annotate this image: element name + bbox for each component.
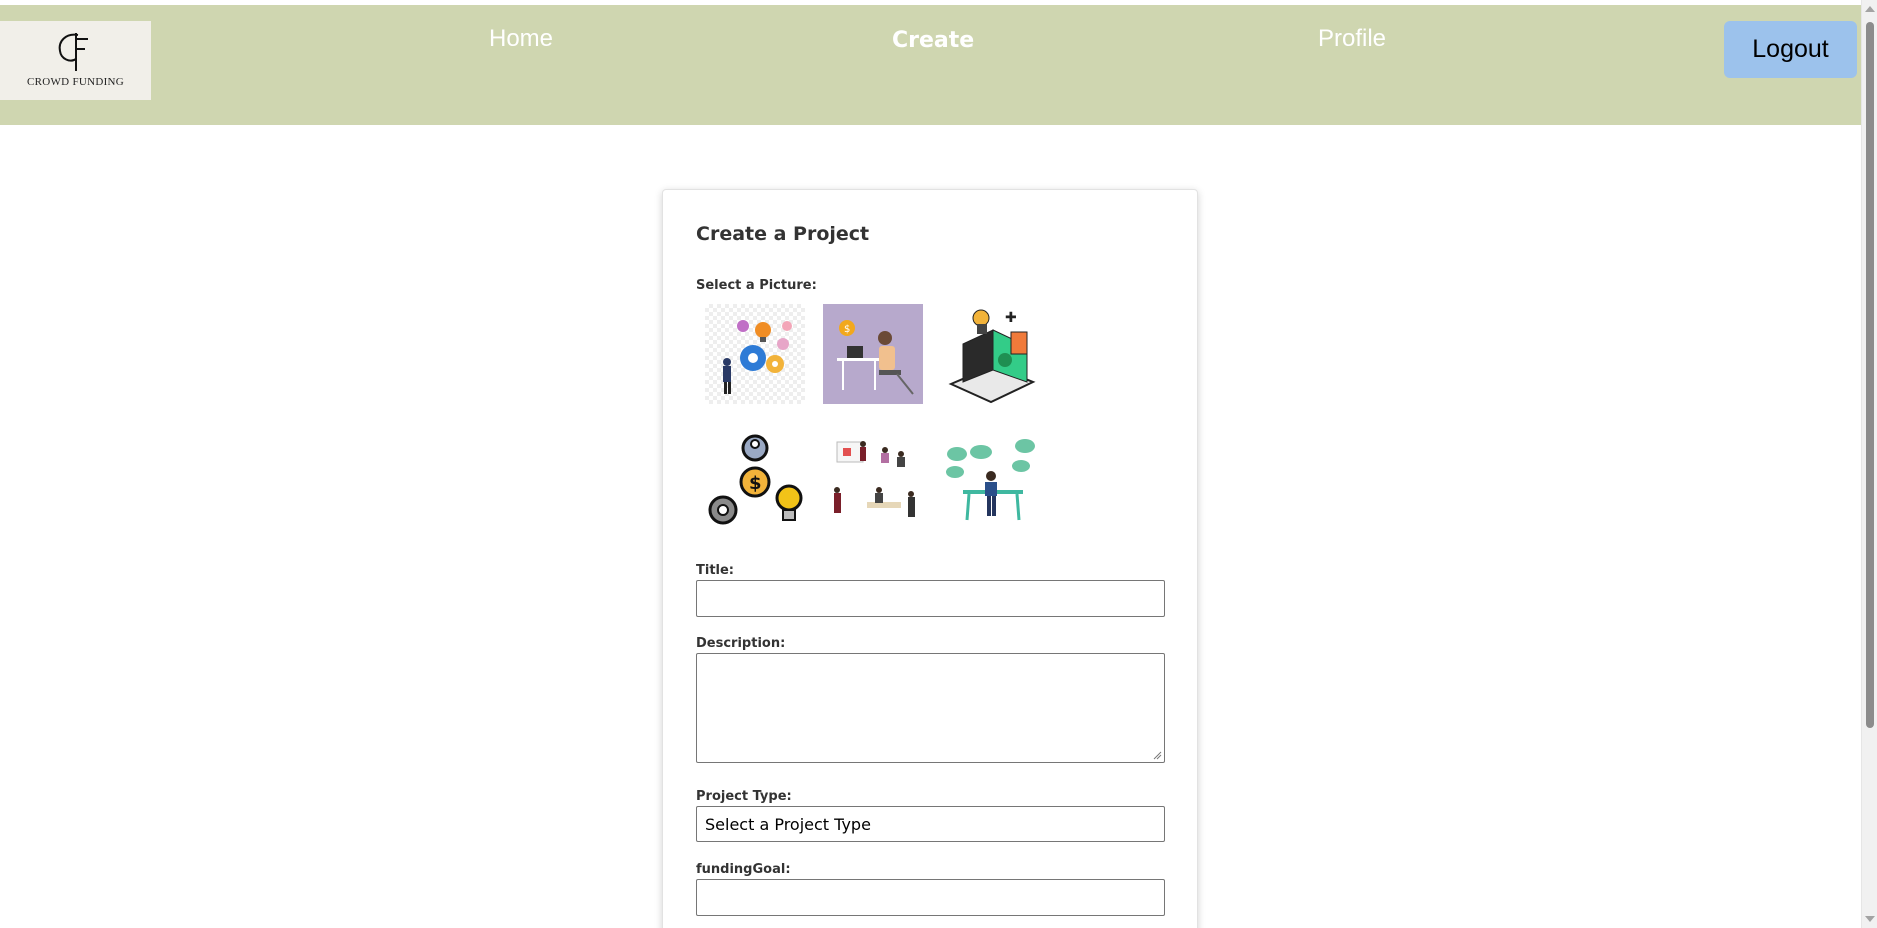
picture-option-6[interactable]	[941, 432, 1041, 532]
picture-option-5[interactable]	[823, 432, 923, 532]
title-input[interactable]	[696, 580, 1165, 617]
project-type-label: Project Type:	[696, 789, 792, 804]
picture-option-3[interactable]: ✚	[941, 304, 1041, 404]
logo[interactable]: CROWD FUNDING	[0, 21, 151, 100]
svg-text:✚: ✚	[1005, 310, 1017, 326]
create-project-card: Create a Project Select a Picture: $ ✚ $…	[662, 189, 1198, 928]
logout-button[interactable]: Logout	[1724, 21, 1857, 78]
svg-text:$: $	[844, 324, 850, 335]
description-label: Description:	[696, 636, 786, 651]
funding-goal-input[interactable]	[696, 879, 1165, 916]
scroll-down-icon[interactable]	[1865, 916, 1875, 922]
picture-option-2[interactable]: $	[823, 304, 923, 404]
scroll-thumb[interactable]	[1866, 22, 1874, 728]
office-meeting-icon	[834, 441, 915, 517]
freelancer-laptop-icon: $	[837, 320, 914, 395]
select-picture-label: Select a Picture:	[696, 278, 817, 293]
nav-create-link[interactable]: Create	[892, 28, 974, 53]
page: CROWD FUNDING Home Create Profile Logout…	[0, 0, 1877, 928]
svg-text:$: $	[749, 473, 762, 494]
isometric-laptop-icon: ✚	[948, 309, 1036, 404]
page-scrollbar[interactable]	[1861, 0, 1877, 928]
resize-grip-icon[interactable]	[1153, 751, 1162, 760]
person-thought-clouds-icon	[946, 439, 1035, 521]
nav-home-link[interactable]: Home	[489, 25, 553, 53]
funding-goal-label: fundingGoal:	[696, 862, 791, 877]
description-textarea[interactable]	[696, 653, 1165, 763]
form-title: Create a Project	[696, 223, 870, 245]
project-type-select[interactable]: Select a Project Type	[696, 806, 1165, 842]
scroll-up-icon[interactable]	[1865, 6, 1875, 12]
funding-gears-bulb-icon: $	[708, 434, 803, 525]
navbar: CROWD FUNDING Home Create Profile Logout	[0, 5, 1861, 125]
title-label: Title:	[696, 563, 735, 578]
nav-profile-link[interactable]: Profile	[1318, 25, 1386, 53]
logo-text: CROWD FUNDING	[26, 76, 125, 88]
teamwork-gears-icon	[723, 320, 792, 394]
picture-option-1[interactable]	[705, 304, 805, 404]
picture-option-4[interactable]: $	[705, 432, 805, 532]
logo-mark-icon	[58, 33, 88, 71]
